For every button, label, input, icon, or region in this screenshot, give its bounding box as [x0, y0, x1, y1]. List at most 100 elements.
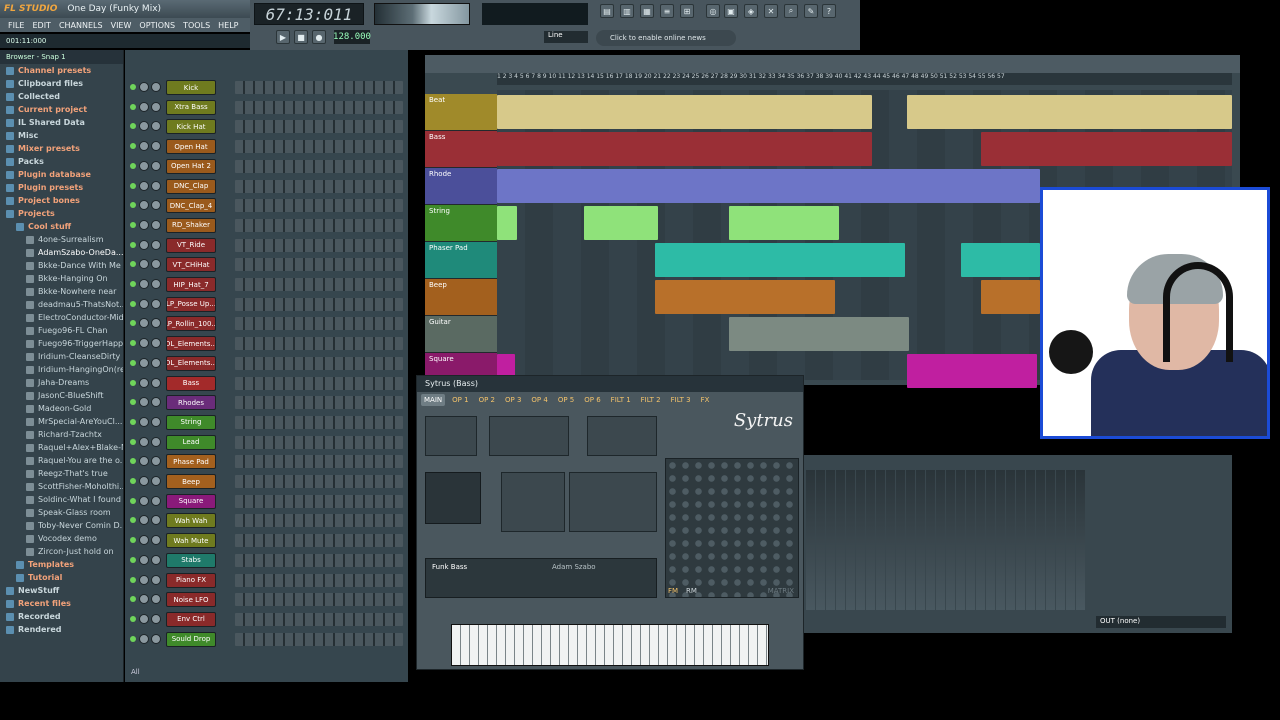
browser-item[interactable]: Iridium-CleanseDirty: [0, 350, 123, 363]
mixer-fader[interactable]: [1006, 470, 1015, 610]
playlist-clip[interactable]: [907, 95, 1232, 129]
channel-mute-led[interactable]: [130, 537, 136, 544]
matrix-rm-tab[interactable]: RM: [686, 587, 697, 595]
mixer-fader[interactable]: [986, 470, 995, 610]
channel-row[interactable]: LP_Posse Up...: [125, 295, 408, 314]
pan-knob[interactable]: [139, 416, 149, 427]
volume-knob[interactable]: [151, 535, 161, 546]
channel-mute-led[interactable]: [130, 379, 136, 386]
browser-item[interactable]: Templates: [0, 558, 123, 571]
browser-item[interactable]: Iridium-HangingOn(re...: [0, 363, 123, 376]
volume-knob[interactable]: [151, 82, 161, 92]
mixer-fader[interactable]: [1076, 470, 1085, 610]
step-sequencer[interactable]: [235, 376, 403, 390]
mixer-fader[interactable]: [866, 470, 875, 610]
mixer-icon[interactable]: ≡: [660, 4, 674, 18]
browser-item[interactable]: deadmau5-ThatsNot...: [0, 298, 123, 311]
mixer-fader[interactable]: [876, 470, 885, 610]
browser-item[interactable]: Recent files: [0, 597, 123, 610]
channel-row[interactable]: DNC_Clap: [125, 177, 408, 196]
volume-knob[interactable]: [151, 633, 161, 644]
channel-button[interactable]: Rhodes: [166, 395, 216, 411]
tools-icon[interactable]: ✎: [804, 4, 818, 18]
snap-select[interactable]: Line: [544, 31, 588, 43]
channel-button[interactable]: Wah Wah: [166, 513, 216, 529]
channel-row[interactable]: Noise LFO: [125, 590, 408, 609]
song-position-display[interactable]: 67:13:011: [254, 3, 364, 25]
sytrus-tab-main[interactable]: MAIN: [421, 394, 446, 406]
playlist-clip[interactable]: [981, 132, 1232, 166]
channel-filter[interactable]: All: [131, 668, 140, 676]
mixer-fader[interactable]: [976, 470, 985, 610]
pan-knob[interactable]: [139, 318, 149, 329]
menu-item-view[interactable]: VIEW: [111, 21, 132, 30]
playlist-clip[interactable]: [729, 206, 839, 240]
browser-item[interactable]: Vocodex demo: [0, 532, 123, 545]
browser-item[interactable]: ScottFisher-Moholthi...: [0, 480, 123, 493]
pan-knob[interactable]: [139, 279, 149, 289]
channel-mute-led[interactable]: [130, 123, 136, 130]
browser-item[interactable]: Collected: [0, 90, 123, 103]
channel-row[interactable]: DNC_Clap_4: [125, 196, 408, 215]
step-sequencer[interactable]: [235, 317, 403, 331]
step-sequencer[interactable]: [235, 475, 403, 488]
volume-knob[interactable]: [151, 101, 161, 112]
volume-knob[interactable]: [151, 357, 161, 368]
volume-knob[interactable]: [151, 318, 161, 329]
playlist-ruler[interactable]: 1 2 3 4 5 6 7 8 9 10 11 12 13 14 15 16 1…: [497, 73, 1232, 85]
help-icon[interactable]: ?: [822, 4, 836, 18]
pan-knob[interactable]: [139, 219, 149, 230]
channel-button[interactable]: Xtra Bass: [166, 99, 216, 115]
mixer-fader[interactable]: [1046, 470, 1055, 610]
volume-knob[interactable]: [151, 200, 161, 211]
step-sequencer[interactable]: [235, 81, 403, 94]
browser-item[interactable]: 4one-Surrealism: [0, 233, 123, 246]
channel-mute-led[interactable]: [130, 143, 136, 150]
pan-knob[interactable]: [139, 495, 149, 506]
step-sequencer[interactable]: [235, 297, 403, 311]
render-icon[interactable]: ◈: [744, 4, 758, 18]
browser-item[interactable]: Project bones: [0, 194, 123, 207]
sytrus-tab-op1[interactable]: OP 1: [449, 394, 471, 406]
playlist-clip[interactable]: [497, 132, 872, 166]
mixer-fader[interactable]: [926, 470, 935, 610]
channel-button[interactable]: RD_Shaker: [166, 217, 216, 233]
channel-button[interactable]: Open Hat: [166, 139, 216, 155]
menu-item-options[interactable]: OPTIONS: [139, 21, 175, 30]
pan-knob[interactable]: [139, 338, 149, 349]
channel-rack-icon[interactable]: ▦: [640, 4, 654, 18]
browser-item[interactable]: Plugin presets: [0, 181, 123, 194]
channel-row[interactable]: Phase Pad: [125, 452, 408, 471]
sytrus-tab-op6[interactable]: OP 6: [581, 394, 603, 406]
browser-item[interactable]: Reegz-That's true: [0, 467, 123, 480]
volume-knob[interactable]: [151, 594, 161, 605]
mixer-fader[interactable]: [936, 470, 945, 610]
step-sequencer[interactable]: [235, 258, 403, 272]
channel-button[interactable]: Open Hat 2: [166, 158, 216, 174]
channel-button[interactable]: LP_Posse Up...: [166, 296, 216, 312]
volume-knob[interactable]: [151, 377, 161, 388]
volume-filter-sliders[interactable]: [489, 416, 569, 456]
search-icon[interactable]: ⌕: [784, 4, 798, 18]
channel-row[interactable]: Bass: [125, 374, 408, 393]
playlist-clip[interactable]: [655, 243, 905, 277]
channel-row[interactable]: Rhodes: [125, 393, 408, 412]
browser-item[interactable]: Richard-Tzachtx: [0, 428, 123, 441]
pan-knob[interactable]: [139, 476, 149, 486]
mixer-route-select[interactable]: OUT (none): [1096, 616, 1226, 628]
channel-row[interactable]: LP_Rollin_100...: [125, 314, 408, 333]
save-icon[interactable]: ▣: [724, 4, 738, 18]
volume-knob[interactable]: [151, 279, 161, 289]
playlist-track-header[interactable]: Phaser Pad: [425, 242, 497, 279]
plugin-picker-icon[interactable]: ◎: [706, 4, 720, 18]
channel-button[interactable]: Lead: [166, 434, 216, 450]
step-sequencer[interactable]: [235, 238, 403, 252]
pan-knob[interactable]: [139, 141, 149, 152]
step-sequencer[interactable]: [235, 455, 403, 469]
sytrus-tab-op3[interactable]: OP 3: [502, 394, 524, 406]
channel-row[interactable]: Square: [125, 492, 408, 511]
volume-knob[interactable]: [151, 554, 161, 565]
playlist-clip[interactable]: [497, 169, 1040, 203]
playlist-clip[interactable]: [655, 280, 835, 314]
settings-icon[interactable]: ✕: [764, 4, 778, 18]
